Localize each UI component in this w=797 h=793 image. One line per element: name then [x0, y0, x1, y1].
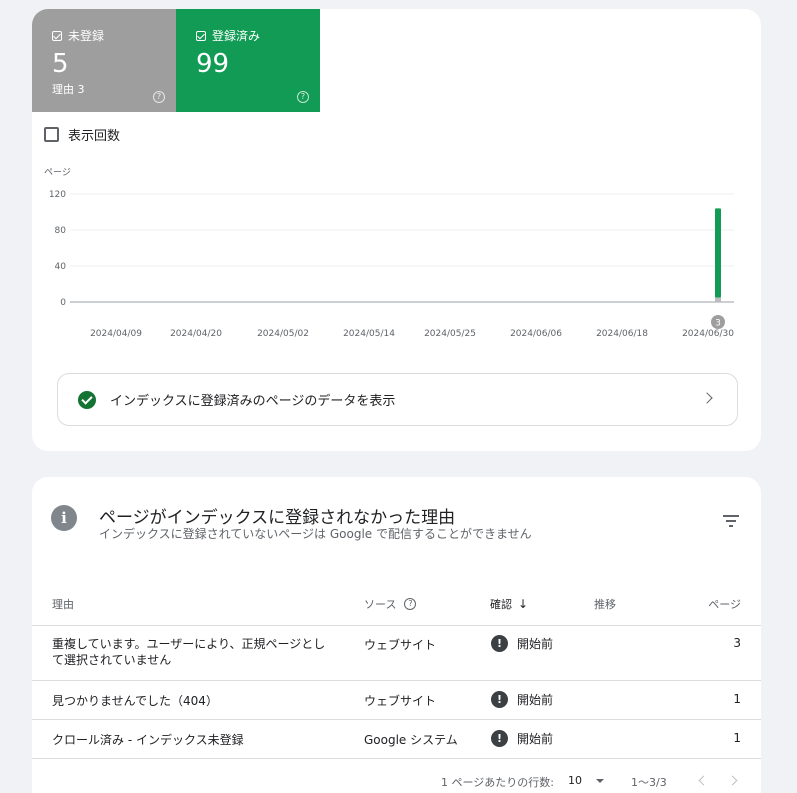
view-indexed-pages-label: インデックスに登録済みのページのデータを表示: [110, 394, 396, 409]
help-icon[interactable]: ?: [297, 91, 309, 103]
impressions-toggle[interactable]: 表示回数: [44, 125, 120, 144]
pagination: 1 ページあたりの行数: 10 1〜3/3: [32, 769, 761, 793]
bar-not-indexed: [715, 297, 721, 302]
row-reason: 見つかりませんでした（404）: [52, 694, 218, 708]
row-reason: クロール済み - インデックス未登録: [52, 733, 244, 747]
table-header: 理由 ソース ? 確認 ↓ 推移 ページ: [32, 589, 761, 626]
indexed-tile[interactable]: 登録済み 99 ?: [176, 9, 320, 112]
filter-icon[interactable]: [723, 515, 739, 527]
caret-down-icon: [596, 779, 604, 783]
table-row[interactable]: 見つかりませんでした（404） ウェブサイト ! 開始前 1: [32, 681, 761, 720]
x-tick-label: 2024/06/30: [682, 329, 734, 339]
impressions-checkbox[interactable]: [44, 127, 59, 142]
checkbox-checked-icon: [196, 30, 206, 41]
not-indexed-tile[interactable]: 未登録 5 理由 3 ?: [32, 9, 176, 112]
page-range: 1〜3/3: [631, 776, 667, 789]
row-pages: 1: [733, 731, 741, 745]
bar-indexed: [715, 208, 721, 298]
annotation-label: 3: [715, 319, 721, 329]
x-tick-label: 2024/06/06: [510, 329, 562, 339]
row-source: Google システム: [364, 733, 458, 747]
rows-per-page-select[interactable]: 10: [568, 774, 604, 787]
summary-card: 未登録 5 理由 3 ? 登録済み 99 ? 表示回数 ページ 120 80 40 0…: [32, 9, 761, 451]
row-source: ウェブサイト: [364, 638, 437, 652]
column-trend[interactable]: 推移: [594, 596, 616, 612]
impressions-label: 表示回数: [68, 129, 121, 144]
help-icon[interactable]: ?: [153, 91, 165, 103]
x-tick-label: 2024/05/02: [257, 329, 309, 339]
not-indexed-label: 未登録: [68, 29, 105, 43]
next-page-icon[interactable]: [727, 775, 738, 786]
row-validation: ! 開始前: [491, 730, 553, 747]
row-pages: 3: [733, 636, 741, 650]
x-tick-label: 2024/04/09: [90, 329, 142, 339]
info-icon: i: [51, 505, 77, 531]
not-indexed-tile-header: 未登録: [52, 27, 176, 44]
not-indexed-count: 5: [52, 49, 69, 79]
indexed-tile-header: 登録済み: [196, 27, 320, 44]
warning-icon: !: [491, 635, 508, 652]
column-validation[interactable]: 確認 ↓: [490, 596, 528, 612]
help-icon[interactable]: ?: [404, 598, 417, 610]
reasons-card: i ページがインデックスに登録されなかった理由 インデックスに登録されていないペ…: [32, 477, 761, 793]
row-validation: ! 開始前: [491, 635, 553, 652]
warning-icon: !: [491, 730, 508, 747]
column-reason[interactable]: 理由: [52, 596, 74, 612]
indexed-label: 登録済み: [212, 29, 261, 43]
pages-chart: ページ 120 80 40 0 2024/04/09 2024/04/20 2024/05…: [44, 168, 734, 339]
rows-per-page-label: 1 ページあたりの行数:: [441, 776, 554, 789]
x-tick-label: 2024/04/20: [170, 329, 222, 339]
row-reason: 重複しています。ユーザーにより、正規ページとして選択されていません: [52, 637, 326, 667]
row-source: ウェブサイト: [364, 694, 437, 708]
chart-y-axis-label: ページ: [44, 168, 71, 178]
check-circle-icon: [78, 390, 96, 409]
reasons-title: ページがインデックスに登録されなかった理由: [99, 508, 456, 528]
row-validation: ! 開始前: [491, 691, 553, 708]
row-pages: 1: [733, 692, 741, 706]
warning-icon: !: [491, 691, 508, 708]
x-tick-label: 2024/05/25: [424, 329, 476, 339]
table-row[interactable]: 重複しています。ユーザーにより、正規ページとして選択されていません ウェブサイト…: [32, 626, 761, 681]
y-tick-label: 40: [55, 262, 67, 272]
chevron-right-icon: [701, 392, 713, 404]
y-tick-label: 120: [49, 190, 66, 200]
column-pages[interactable]: ページ: [708, 596, 741, 612]
checkbox-checked-icon: [52, 30, 62, 41]
arrow-down-icon: ↓: [518, 597, 529, 611]
table-row[interactable]: クロール済み - インデックス未登録 Google システム ! 開始前 1: [32, 720, 761, 759]
column-source[interactable]: ソース ?: [364, 596, 417, 612]
x-tick-label: 2024/05/14: [343, 329, 395, 339]
x-tick-label: 2024/06/18: [596, 329, 648, 339]
previous-page-icon[interactable]: [698, 775, 709, 786]
view-indexed-pages-link[interactable]: インデックスに登録済みのページのデータを表示: [57, 373, 738, 426]
y-tick-label: 0: [60, 298, 66, 308]
indexed-count: 99: [196, 49, 230, 79]
reasons-subtitle: インデックスに登録されていないページは Google で配信することができません: [99, 527, 532, 541]
y-tick-label: 80: [55, 226, 67, 236]
